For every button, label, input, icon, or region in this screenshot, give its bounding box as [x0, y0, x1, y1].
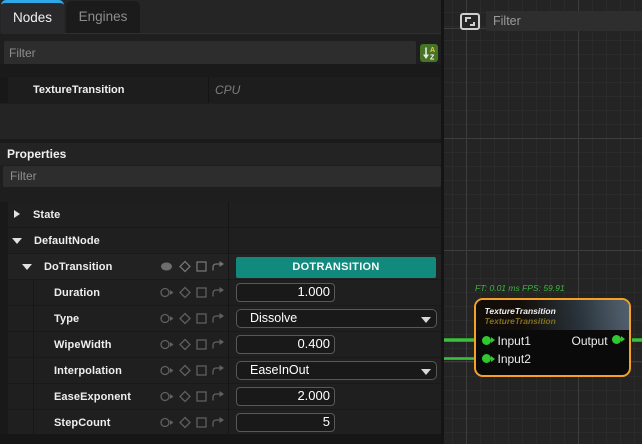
svg-text:Z: Z — [430, 55, 435, 62]
svg-text:A: A — [430, 47, 435, 54]
